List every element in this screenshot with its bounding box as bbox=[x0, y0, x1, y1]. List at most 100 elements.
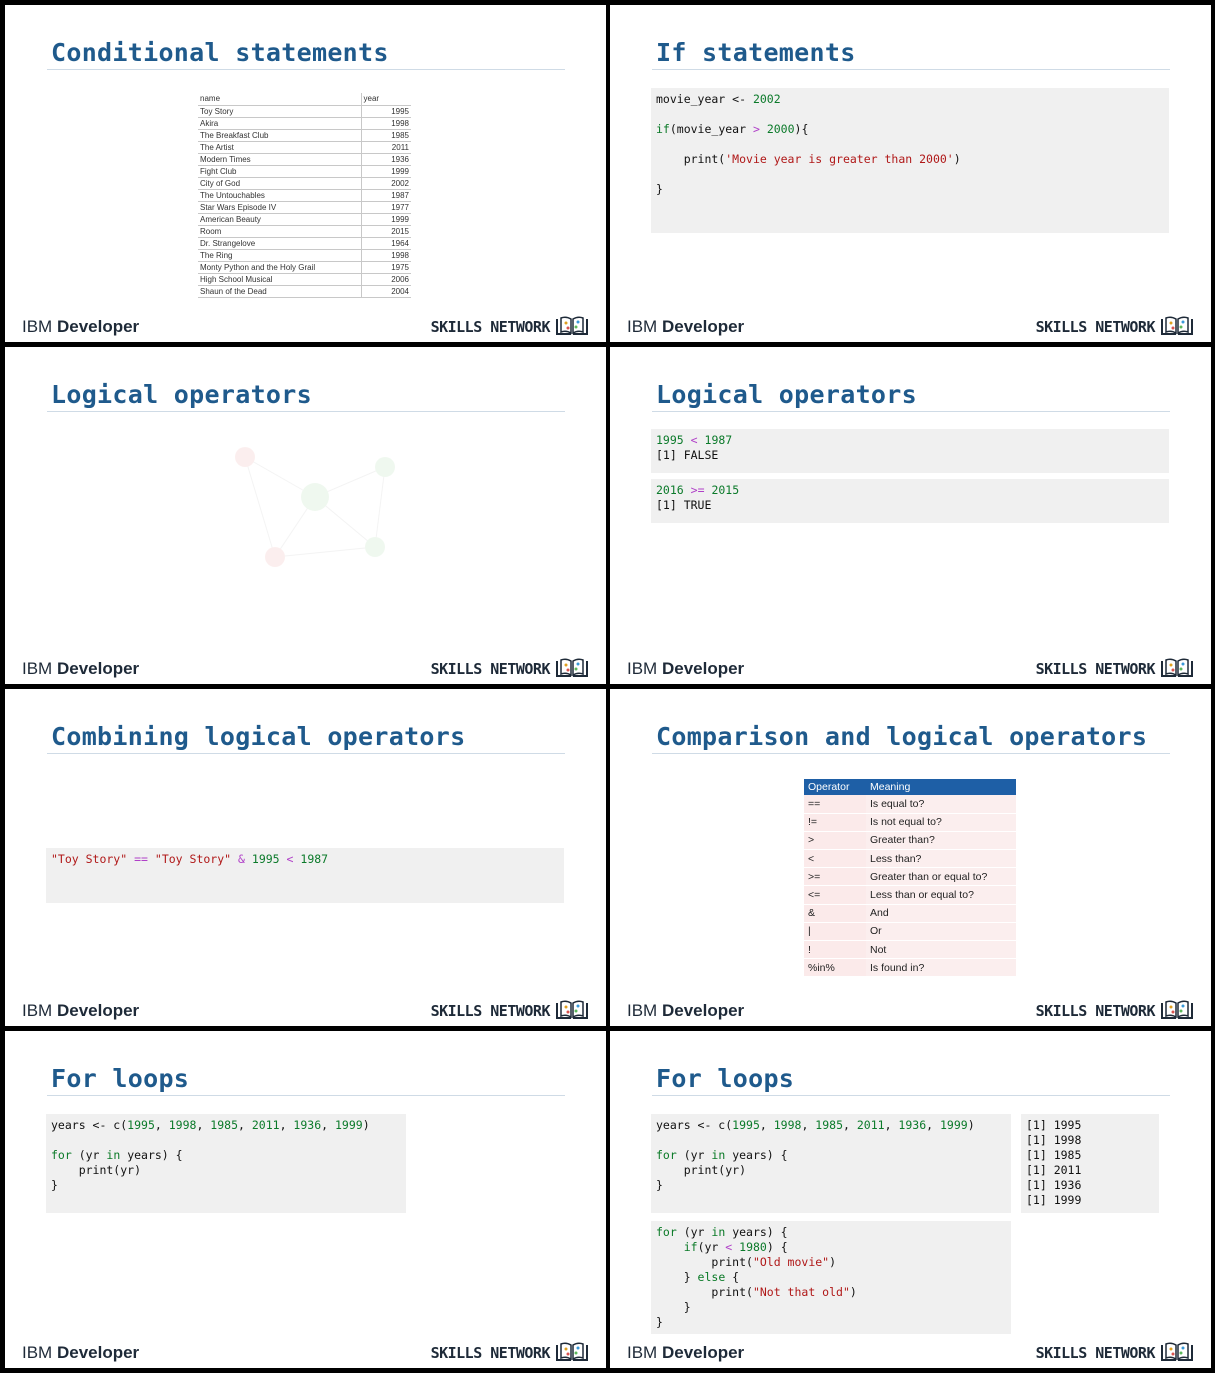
output-block: [1] 1995 [1] 1998 [1] 1985 [1] 2011 [1] 1936… bbox=[1021, 1114, 1159, 1213]
code-token: for bbox=[51, 1148, 72, 1162]
movie-year-cell: 1964 bbox=[360, 237, 411, 250]
movie-name-cell: Monty Python and the Holy Grail bbox=[198, 261, 361, 274]
meaning-cell: Greater than or equal to? bbox=[866, 867, 1016, 887]
code-line: if(movie_year > 2000){ bbox=[656, 122, 1164, 137]
code-token: 2011 bbox=[856, 1118, 885, 1132]
skills-network-book-icon bbox=[1161, 1000, 1193, 1019]
table-row: Shaun of the Dead 2004 bbox=[198, 285, 411, 298]
code-line: for (yr in years) { bbox=[656, 1148, 1006, 1163]
movie-year-cell: 1936 bbox=[360, 153, 411, 166]
code-line: } bbox=[656, 1178, 1006, 1193]
table-row: Dr. Strangelove 1964 bbox=[198, 237, 411, 250]
ibm-developer-logo: IBM Developer bbox=[627, 317, 744, 337]
code-token: 1980 bbox=[739, 1240, 767, 1254]
meaning-cell: Greater than? bbox=[866, 831, 1016, 851]
code-token: movie_year <- bbox=[656, 92, 753, 106]
code-line: print(yr) bbox=[51, 1163, 401, 1178]
movie-year-cell: 1977 bbox=[360, 201, 411, 214]
slide-title: Logical operators bbox=[51, 380, 312, 409]
movie-name-cell: American Beauty bbox=[198, 213, 361, 226]
movie-year-cell: 1987 bbox=[360, 189, 411, 202]
code-token: 1936 bbox=[293, 1118, 322, 1132]
movie-year-cell: 2015 bbox=[360, 225, 411, 238]
movie-year-cell: 1998 bbox=[360, 249, 411, 262]
table-row: The Untouchables 1987 bbox=[198, 189, 411, 202]
code-line: 2016 >= 2015 bbox=[656, 483, 1164, 498]
code-token: "Old movie" bbox=[752, 1255, 830, 1269]
code-token: } bbox=[656, 1270, 698, 1284]
code-token: 1985 bbox=[815, 1118, 843, 1132]
movie-name-cell: The Breakfast Club bbox=[198, 129, 361, 142]
operator-cell: > bbox=[804, 831, 866, 851]
skills-network-label: SKILLS NETWORK bbox=[1035, 1344, 1156, 1362]
brand-light: IBM bbox=[22, 1343, 53, 1362]
code-token: , bbox=[801, 1118, 816, 1132]
code-line: print("Not that old") bbox=[656, 1285, 1006, 1300]
table-row: & And bbox=[804, 904, 1016, 923]
code-token: for bbox=[656, 1225, 677, 1239]
slide-combining-logical-operators: Combining logical operators "Toy Story" … bbox=[5, 689, 606, 1026]
code-token: , bbox=[884, 1118, 899, 1132]
operator-cell: & bbox=[804, 904, 866, 923]
movie-table-body: Toy Story 1995 Akira 1998 The Breakfast Club… bbox=[198, 105, 411, 298]
movie-table: name year Toy Story 1995 Akira 1998 The Brea… bbox=[198, 93, 411, 298]
network-watermark bbox=[235, 447, 395, 567]
title-underline bbox=[652, 69, 1170, 70]
meaning-cell: And bbox=[866, 904, 1016, 923]
skills-network-book-icon bbox=[1161, 316, 1193, 335]
code-token: , bbox=[926, 1118, 940, 1132]
code-line: [1] 1985 bbox=[1026, 1148, 1154, 1163]
code-token: ) bbox=[829, 1255, 837, 1269]
slide-logical-operators-intro: Logical operators IBM Developer SKILLS N… bbox=[5, 347, 606, 684]
code-token: print( bbox=[656, 1285, 753, 1299]
column-header-operator: Operator bbox=[804, 779, 866, 795]
code-token: "Toy Story" bbox=[154, 852, 232, 866]
code-token: > bbox=[752, 122, 760, 136]
movie-name-cell: The Ring bbox=[198, 249, 361, 262]
slide-logical-operators-examples: Logical operators 1995 < 1987 [1] FALSE 2… bbox=[610, 347, 1211, 684]
code-token: 2016 bbox=[656, 483, 684, 497]
column-header-meaning: Meaning bbox=[866, 779, 1016, 795]
code-token: (yr bbox=[71, 1148, 107, 1162]
code-line: } bbox=[656, 182, 1164, 197]
table-row: City of God 2002 bbox=[198, 177, 411, 190]
table-row: High School Musical 2006 bbox=[198, 273, 411, 286]
skills-network-label: SKILLS NETWORK bbox=[1035, 660, 1156, 678]
movie-name-cell: High School Musical bbox=[198, 273, 361, 286]
title-underline bbox=[47, 1095, 565, 1096]
code-line: print('Movie year is greater than 2000') bbox=[656, 152, 1164, 167]
meaning-cell: Is equal to? bbox=[866, 795, 1016, 814]
skills-network-book-icon bbox=[1161, 658, 1193, 677]
code-token: 1995 bbox=[127, 1118, 155, 1132]
table-row: <= Less than or equal to? bbox=[804, 885, 1016, 905]
operator-cell: < bbox=[804, 849, 866, 869]
code-token: in bbox=[106, 1148, 121, 1162]
code-token: 1995 bbox=[732, 1118, 760, 1132]
brand-light: IBM bbox=[627, 1343, 658, 1362]
code-token: ) { bbox=[766, 1240, 788, 1254]
brand-bold: Developer bbox=[661, 659, 745, 678]
brand-light: IBM bbox=[627, 1001, 658, 1020]
ibm-developer-logo: IBM Developer bbox=[22, 317, 139, 337]
operator-cell: %in% bbox=[804, 958, 866, 978]
code-token: , bbox=[279, 1118, 294, 1132]
code-token: "Toy Story" bbox=[51, 852, 128, 866]
code-block: years <- c(1995, 1998, 1985, 2011, 1936,… bbox=[651, 1114, 1011, 1213]
code-token: 1987 bbox=[300, 852, 329, 866]
skills-network-book-icon bbox=[556, 316, 588, 335]
code-token: , bbox=[154, 1118, 169, 1132]
movie-year-cell: 2004 bbox=[360, 285, 411, 298]
code-token: 2011 bbox=[251, 1118, 280, 1132]
skills-network-label: SKILLS NETWORK bbox=[430, 660, 551, 678]
column-header-name: name bbox=[198, 93, 361, 106]
code-line: print(yr) bbox=[656, 1163, 1006, 1178]
code-line: } else { bbox=[656, 1270, 1006, 1285]
code-line: } bbox=[656, 1300, 1006, 1315]
skills-network-book-icon bbox=[556, 658, 588, 677]
movie-name-cell: Dr. Strangelove bbox=[198, 237, 361, 250]
